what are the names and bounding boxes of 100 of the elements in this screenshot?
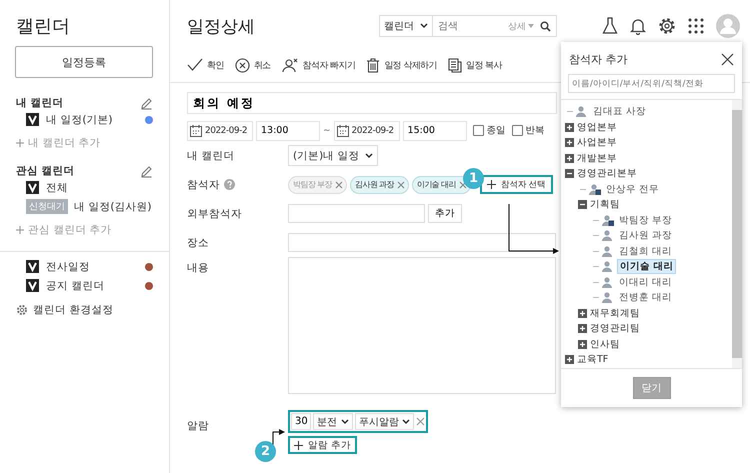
person-node[interactable]: 전병훈 대리 [617, 291, 674, 304]
expand-icon[interactable] [565, 355, 574, 364]
caret-icon [402, 418, 410, 424]
bell-icon[interactable] [630, 17, 646, 35]
attendee-tag: 이기술 대리 [412, 176, 471, 194]
expand-icon[interactable] [565, 138, 574, 148]
checkbox-label: 반복 [526, 124, 545, 137]
pencil-icon[interactable] [140, 164, 153, 178]
external-attendee-field[interactable] [288, 204, 425, 223]
step-number-badge: 1 [463, 168, 484, 189]
expand-icon[interactable] [565, 154, 574, 163]
calendar-select[interactable]: (기본)내 일정 [288, 145, 378, 166]
dialog-title: 참석자 추가 [569, 52, 628, 67]
person-node[interactable]: 이기술 대리 [617, 259, 676, 274]
remove-icon[interactable] [396, 180, 405, 188]
person-node[interactable]: 김사원 과장 [617, 229, 674, 242]
person-node[interactable]: 이대리 대리 [617, 276, 674, 289]
checkbox[interactable] [26, 260, 39, 273]
department-node[interactable]: 사업본부 [577, 136, 617, 150]
person-node[interactable]: 김철희 대리 [617, 244, 674, 258]
select-attendee-button[interactable]: 참석자 선택 [480, 175, 553, 194]
calendar-name[interactable]: 공지 캘린더 [46, 278, 138, 292]
collapse-icon[interactable] [565, 169, 574, 178]
document-icon [448, 58, 462, 72]
page-title: 일정상세 [187, 16, 256, 38]
expand-icon[interactable] [578, 340, 587, 349]
toolbar-button[interactable]: 확인 [187, 58, 224, 72]
department-node[interactable]: 기획팀 [590, 198, 620, 212]
field-label: 알람 [187, 419, 210, 433]
department-node[interactable]: 인사팀 [590, 338, 620, 351]
toolbar-button[interactable]: 취소 [234, 58, 271, 72]
calendar-name[interactable]: 전체 [46, 180, 153, 194]
search-field[interactable]: 이름/아이디/부서/직위/직책/전화 [568, 74, 735, 93]
check-icon [187, 58, 203, 72]
app-title: 캘린더 [15, 15, 71, 39]
start-time-field[interactable]: 13:00 [256, 120, 320, 140]
department-node[interactable]: 재무회계팀 [590, 306, 640, 320]
alarm-type-select[interactable]: 푸시알람 [355, 413, 414, 430]
grid-icon[interactable] [688, 18, 704, 34]
calendar-name[interactable]: 내 일정(김사원) [74, 200, 153, 214]
department-node[interactable]: 개발본부 [577, 152, 617, 165]
person-node[interactable]: 박팀장 부장 [617, 214, 674, 227]
remove-icon[interactable] [416, 417, 425, 426]
checkbox[interactable] [472, 125, 484, 136]
person-node[interactable]: 안상우 전무 [604, 182, 662, 196]
person-remove-icon [282, 58, 299, 72]
toolbar-button[interactable]: 일정 복사 [448, 58, 502, 72]
collapse-icon[interactable] [578, 200, 587, 210]
expand-icon[interactable] [578, 308, 587, 318]
add-button[interactable]: 추가 [428, 204, 462, 223]
trash-icon [366, 58, 380, 72]
section-title: 내 캘린더 [16, 96, 64, 110]
register-button[interactable]: 일정등록 [15, 46, 153, 78]
plus-icon [16, 139, 24, 147]
checkbox[interactable] [26, 113, 39, 126]
add-alarm-button[interactable]: 알람 추가 [288, 436, 358, 454]
checkbox[interactable] [512, 125, 523, 136]
settings-icon[interactable] [658, 17, 676, 35]
section-title: 관심 캘린더 [16, 164, 75, 178]
scrollbar[interactable] [732, 100, 742, 368]
department-node[interactable]: 경영관리팀 [590, 322, 640, 336]
department-node[interactable]: 교육TF [577, 353, 608, 366]
field-label: 내용 [187, 261, 210, 275]
alarm-amount-field[interactable]: 30 [291, 413, 311, 430]
field-label: 내 캘린더 [187, 148, 236, 162]
calendar-icon [190, 124, 202, 136]
checkbox[interactable] [26, 181, 39, 194]
close-icon[interactable] [721, 53, 734, 66]
calendar-name[interactable]: 내 일정(기본) [46, 112, 138, 126]
field-label: 참석자 [187, 178, 220, 192]
end-date-field[interactable]: 2022-09-2 [334, 120, 400, 140]
expand-icon[interactable] [565, 122, 574, 132]
toolbar-button[interactable]: 일정 삭제하기 [366, 58, 437, 72]
search-icon[interactable] [540, 20, 551, 32]
gear-icon [16, 304, 28, 316]
person-node[interactable]: 김대표 사장 [591, 105, 648, 118]
department-node[interactable]: 경영관리본부 [577, 167, 637, 180]
calendar-name[interactable]: 전사일정 [46, 260, 138, 274]
title-field[interactable]: 회의 예정 [187, 92, 557, 114]
end-time-field[interactable]: 15:00 [402, 120, 467, 140]
connector-arrow [508, 204, 559, 254]
remove-icon[interactable] [458, 180, 467, 188]
flask-icon[interactable] [602, 17, 618, 35]
search-field[interactable]: 캘린더 검색 상세 [379, 15, 557, 37]
content-field[interactable] [288, 257, 556, 394]
expand-icon[interactable] [578, 324, 587, 334]
plus-icon [294, 440, 303, 450]
plus-icon [486, 180, 496, 189]
toolbar-button[interactable]: 참석자 빠지기 [282, 58, 356, 72]
attendee-tag: 김사원 과장 [350, 176, 409, 194]
field-label: 장소 [187, 236, 210, 250]
place-field[interactable] [288, 233, 556, 252]
start-date-field[interactable]: 2022-09-2 [187, 120, 253, 140]
department-node[interactable]: 영업본부 [577, 120, 617, 134]
alarm-unit-select[interactable]: 분전 [313, 413, 353, 430]
pencil-icon[interactable] [140, 96, 153, 110]
settings-link[interactable]: 캘린더 환경설정 [33, 303, 114, 317]
checkbox[interactable] [26, 279, 39, 292]
pending-badge: 신청대기 [26, 199, 68, 214]
cancel-icon [234, 58, 250, 72]
